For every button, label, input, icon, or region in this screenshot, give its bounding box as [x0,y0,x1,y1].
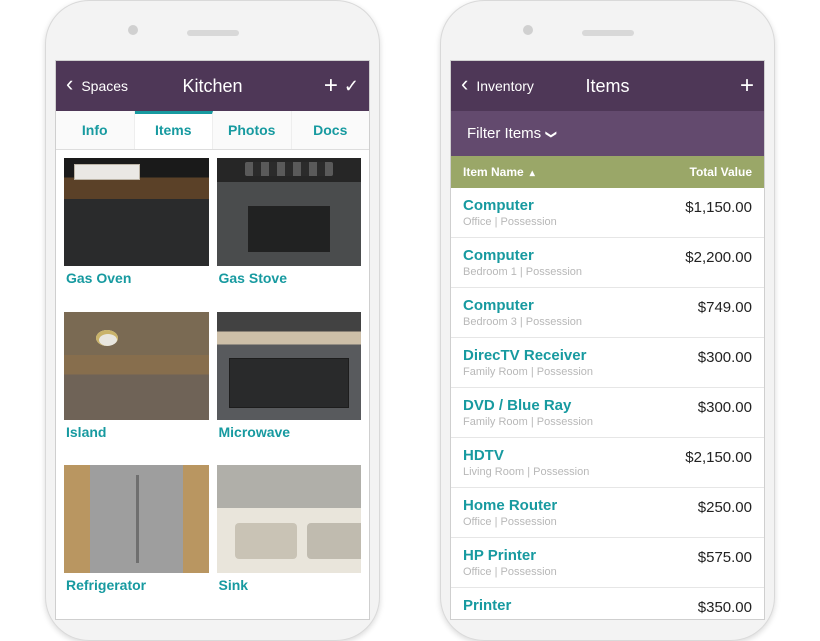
filter-dropdown[interactable]: Filter Items [451,111,764,156]
chevron-down-icon [547,125,556,142]
row-item-name: Computer [463,197,648,214]
item-thumbnail [217,465,362,573]
item-thumbnail [217,158,362,266]
screen: Inventory Items + Filter Items Item Name… [450,60,765,620]
back-button[interactable]: Inventory [461,78,535,94]
item-thumbnail [64,465,209,573]
row-item-value: $250.00 [648,497,752,516]
row-item-value: $2,200.00 [648,247,752,266]
item-card[interactable]: Sink [217,465,362,611]
add-button[interactable]: + [740,72,754,100]
row-item-sub: Office | Possession [463,566,648,578]
table-row[interactable]: HP Printer Office | Possession$575.00 [451,538,764,588]
row-item-value: $575.00 [648,547,752,566]
tab-bar: Info Items Photos Docs [56,111,369,150]
item-card[interactable]: Gas Oven [64,158,209,304]
chevron-left-icon [66,78,75,94]
row-item-sub: Family Room | Possession [463,366,648,378]
row-item-value: $1,150.00 [648,197,752,216]
item-card[interactable]: Island [64,312,209,458]
add-button[interactable]: + [324,72,338,100]
item-card[interactable]: Gas Stove [217,158,362,304]
row-item-name: Computer [463,247,648,264]
item-card[interactable]: Microwave [217,312,362,458]
header-bar: Inventory Items + [451,61,764,111]
table-row[interactable]: DVD / Blue Ray Family Room | Possession$3… [451,388,764,438]
item-card[interactable]: Refrigerator [64,465,209,611]
header-bar: Spaces Kitchen + ✓ [56,61,369,111]
row-item-name: HDTV [463,447,648,464]
row-item-name: Computer [463,297,648,314]
tab-photos[interactable]: Photos [213,111,292,149]
chevron-left-icon [461,78,470,94]
item-label: Gas Oven [64,266,209,288]
tab-info[interactable]: Info [56,111,135,149]
column-header-name[interactable]: Item Name [451,156,654,188]
screen: Spaces Kitchen + ✓ Info Items Photos Doc… [55,60,370,620]
page-title: Items [535,76,680,97]
phone-right: Inventory Items + Filter Items Item Name… [440,0,775,641]
row-item-sub: Living Room | Possession [463,466,648,478]
column-header-value[interactable]: Total Value [654,156,764,188]
table-row[interactable]: Computer Bedroom 1 | Possession$2,200.00 [451,238,764,288]
table-row[interactable]: Printer$350.00 [451,588,764,619]
item-thumbnail [217,312,362,420]
row-item-name: DirecTV Receiver [463,347,648,364]
row-item-sub: Family Room | Possession [463,416,648,428]
table-row[interactable]: Computer Bedroom 3 | Possession$749.00 [451,288,764,338]
item-label: Microwave [217,420,362,442]
table-header: Item Name Total Value [451,156,764,188]
row-item-value: $300.00 [648,347,752,366]
row-item-sub: Bedroom 3 | Possession [463,316,648,328]
item-thumbnail [64,312,209,420]
item-label: Refrigerator [64,573,209,595]
row-item-sub: Office | Possession [463,216,648,228]
row-item-sub: Bedroom 1 | Possession [463,266,648,278]
item-label: Gas Stove [217,266,362,288]
item-thumbnail [64,158,209,266]
table-row[interactable]: Computer Office | Possession$1,150.00 [451,188,764,238]
confirm-button[interactable]: ✓ [344,76,359,97]
back-label: Spaces [81,78,128,94]
item-grid: Gas Oven Gas Stove Island Microwave Refriger… [56,150,369,619]
table-row[interactable]: HDTV Living Room | Possession$2,150.00 [451,438,764,488]
page-title: Kitchen [140,76,285,97]
row-item-name: DVD / Blue Ray [463,397,648,414]
item-label: Island [64,420,209,442]
row-item-name: Home Router [463,497,648,514]
row-item-value: $350.00 [648,597,752,616]
row-item-value: $749.00 [648,297,752,316]
row-item-value: $2,150.00 [648,447,752,466]
table-row[interactable]: Home Router Office | Possession$250.00 [451,488,764,538]
tab-docs[interactable]: Docs [292,111,370,149]
sort-asc-icon [528,165,535,179]
tab-items[interactable]: Items [135,111,214,149]
phone-left: Spaces Kitchen + ✓ Info Items Photos Doc… [45,0,380,641]
table-body: ComputerOffice | Possession$1,150.00Comp… [451,188,764,619]
row-item-sub: Office | Possession [463,516,648,528]
filter-label: Filter Items [467,125,541,142]
item-label: Sink [217,573,362,595]
table-row[interactable]: DirecTV Receiver Family Room | Possession… [451,338,764,388]
back-button[interactable]: Spaces [66,78,140,94]
row-item-name: HP Printer [463,547,648,564]
back-label: Inventory [476,78,534,94]
row-item-value: $300.00 [648,397,752,416]
row-item-name: Printer [463,597,648,614]
